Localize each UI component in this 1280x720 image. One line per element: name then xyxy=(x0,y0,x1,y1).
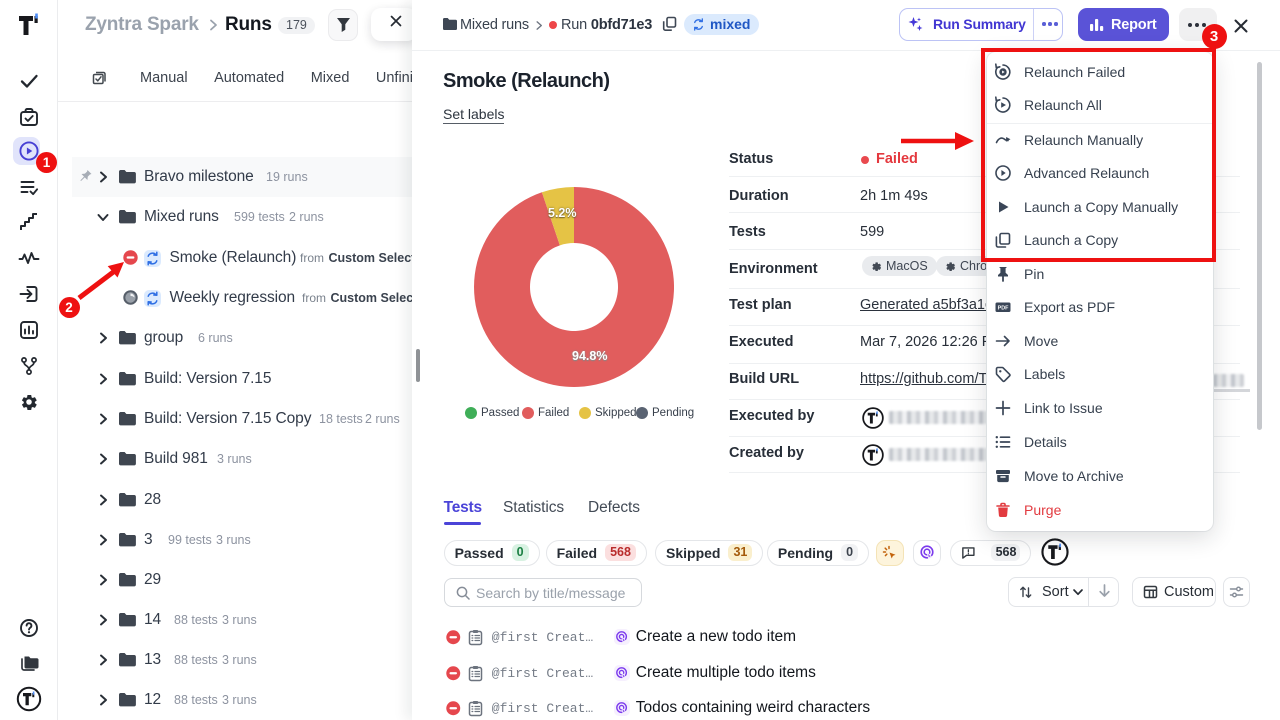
svg-text:PDF: PDF xyxy=(998,306,1009,312)
